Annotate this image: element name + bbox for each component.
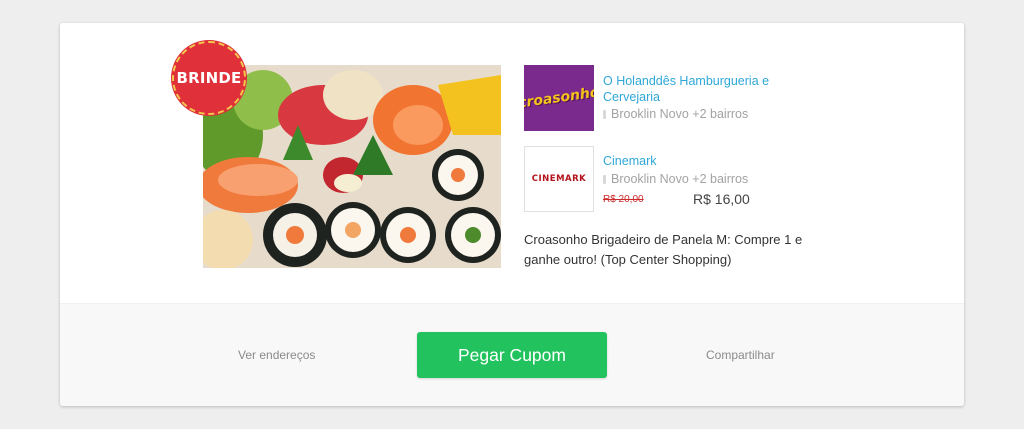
cinemark-logo[interactable]: CINEMARK <box>524 146 594 212</box>
croasonho-logo[interactable]: croasonho <box>524 65 594 131</box>
merchant-name-1[interactable]: O Holanddês Hamburgueria e Cervejaria <box>603 73 823 105</box>
deal-card-body: BRINDE croasonho O Holanddês Hamburgueri… <box>60 23 964 303</box>
cinemark-logo-text: CINEMARK <box>531 174 587 184</box>
merchant-name-2[interactable]: Cinemark <box>603 153 823 169</box>
share-link[interactable]: Compartilhar <box>706 348 775 362</box>
merchant-location-text-1: Brooklin Novo +2 bairros <box>611 107 749 121</box>
location-pin-icon <box>603 174 606 184</box>
merchant-location-1: Brooklin Novo +2 bairros <box>603 106 823 122</box>
old-price: R$ 20,00 <box>603 194 644 205</box>
get-coupon-button[interactable]: Pegar Cupom <box>417 332 607 378</box>
merchant-location-text-2: Brooklin Novo +2 bairros <box>611 172 749 186</box>
view-addresses-link[interactable]: Ver endereços <box>238 348 315 362</box>
merchant-location-2: Brooklin Novo +2 bairros <box>603 171 823 187</box>
location-pin-icon <box>603 109 606 119</box>
new-price: R$ 16,00 <box>693 191 750 207</box>
deal-title[interactable]: Croasonho Brigadeiro de Panela M: Compre… <box>524 230 834 270</box>
sushi-illustration <box>203 65 501 268</box>
deal-image[interactable] <box>203 65 501 268</box>
croasonho-logo-text: croasonho <box>524 84 594 112</box>
gift-badge: BRINDE <box>172 41 246 115</box>
